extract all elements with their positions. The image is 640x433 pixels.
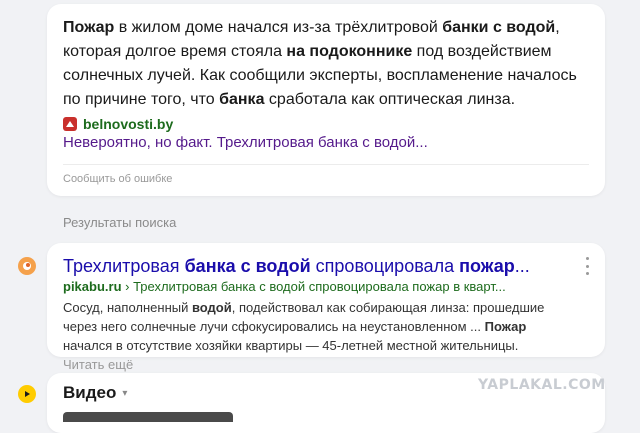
title-fragment: ... [514,256,530,276]
title-fragment: спровоцировала [310,256,460,276]
snippet-fragment: в жилом доме начался из-за трёхлитровой [114,19,443,36]
title-highlight: пожар [459,256,515,276]
featured-snippet-card: Пожар в жилом доме начался из-за трёхлит… [47,4,605,196]
belnovosti-favicon-icon [63,117,77,131]
divider [63,164,589,165]
play-icon [18,385,36,403]
video-section-title[interactable]: Видео ▾ [63,383,127,403]
watermark-logo: YAPLAKAL.COM [478,377,606,393]
search-result-card: Трехлитровая банка с водой спровоцировал… [47,243,605,372]
desc-highlight: Пожар [484,319,527,334]
result-path[interactable]: › Трехлитровая банка с водой спровоциров… [122,279,506,294]
search-results-header: Результаты поиска [63,215,177,230]
report-error-link[interactable]: Сообщить об ошибке [63,173,172,185]
chevron-down-icon[interactable]: ▾ [122,388,127,399]
video-thumbnail[interactable] [63,412,233,422]
snippet-source-domain[interactable]: belnovosti.by [83,116,173,132]
snippet-source[interactable]: belnovosti.by [63,115,173,133]
desc-fragment: начался в отсутствие хозяйки квартиры — … [63,338,519,353]
snippet-fragment: сработала как оптическая линза. [264,91,516,108]
desc-fragment: Сосуд, наполненный [63,300,192,315]
title-highlight: банка с водой [184,256,311,276]
snippet-highlight: банка [219,91,265,108]
result-description: Сосуд, наполненный водой, подействовал к… [63,298,551,374]
kebab-menu-icon[interactable] [583,257,591,275]
video-title-text: Видео [63,383,117,402]
snippet-highlight: Пожар [63,19,115,36]
title-fragment: Трехлитровая [63,256,185,276]
snippet-highlight: банки с водой [442,19,556,36]
result-title-link[interactable]: Трехлитровая банка с водой спровоцировал… [63,256,533,277]
read-more-link[interactable]: Читать ещё [63,357,133,372]
result-domain[interactable]: pikabu.ru [63,279,122,294]
snippet-highlight: на подоконнике [286,43,413,60]
desc-highlight: водой [191,300,232,315]
snippet-source-title-link[interactable]: Невероятно, но факт. Трехлитровая банка … [63,134,428,151]
snippet-text: Пожар в жилом доме начался из-за трёхлит… [63,16,598,112]
result-url[interactable]: pikabu.ru › Трехлитровая банка с водой с… [63,279,538,294]
pikabu-favicon-icon [18,257,36,275]
